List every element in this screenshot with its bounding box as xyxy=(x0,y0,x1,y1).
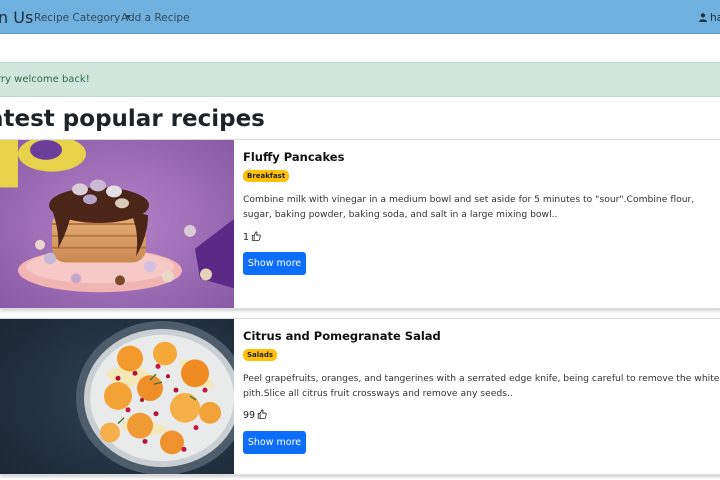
thumbs-up-icon[interactable] xyxy=(251,231,261,241)
recipe-title[interactable]: Citrus and Pomegranate Salad xyxy=(243,329,441,343)
show-more-button[interactable]: Show more xyxy=(243,431,306,454)
like-count: 1 xyxy=(243,232,250,243)
recipe-description: Combine milk with vinegar in a medium bo… xyxy=(243,194,695,220)
nav-recipe-category-dropdown[interactable]: Recipe Category xyxy=(34,12,132,24)
welcome-alert: rry welcome back! xyxy=(0,62,720,97)
user-menu[interactable]: ha xyxy=(699,12,720,24)
category-badge: Breakfast xyxy=(243,170,290,182)
recipe-likes: 99 xyxy=(243,409,267,421)
user-icon xyxy=(699,13,707,22)
recipe-card: Fluffy Pancakes Breakfast Combine milk w… xyxy=(0,139,720,309)
recipe-description: Peel grapefruits, oranges, and tangerine… xyxy=(243,373,720,399)
brand-link[interactable]: n Us xyxy=(0,8,33,27)
thumbs-up-icon[interactable] xyxy=(257,409,267,419)
category-badge: Salads xyxy=(243,349,278,361)
recipe-image-pancakes xyxy=(0,140,234,308)
recipe-title[interactable]: Fluffy Pancakes xyxy=(243,150,344,164)
welcome-alert-text: rry welcome back! xyxy=(0,74,90,85)
top-navbar: n Us Recipe Category Add a Recipe ha xyxy=(0,0,720,34)
nav-recipe-category-label: Recipe Category xyxy=(34,12,121,24)
user-name: ha xyxy=(710,12,720,24)
recipe-card: Citrus and Pomegranate Salad Salads Peel… xyxy=(0,318,720,475)
nav-add-recipe-link[interactable]: Add a Recipe xyxy=(121,12,190,24)
recipe-likes: 1 xyxy=(243,231,261,243)
show-more-button[interactable]: Show more xyxy=(243,252,306,275)
page-heading: atest popular recipes xyxy=(0,106,265,132)
like-count: 99 xyxy=(243,410,256,421)
recipe-image-citrus-salad xyxy=(0,319,234,474)
